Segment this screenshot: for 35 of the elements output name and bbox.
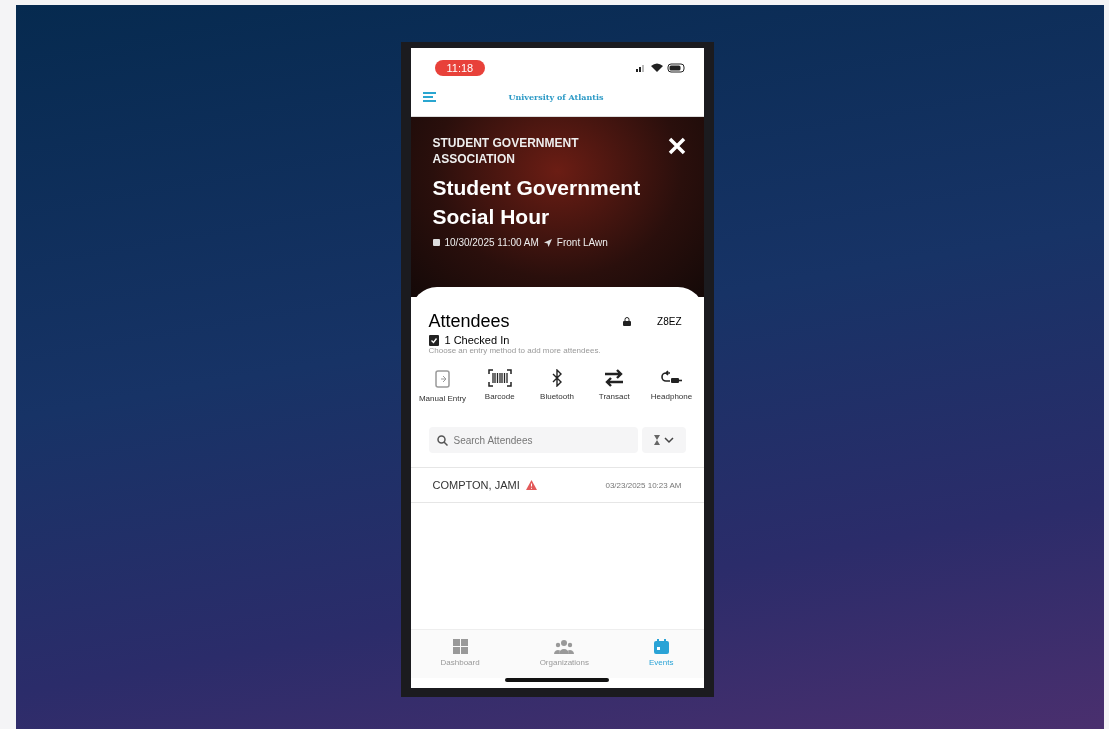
bluetooth-icon <box>551 369 563 387</box>
document-icon <box>432 369 453 389</box>
sort-dropdown-button[interactable] <box>641 427 686 453</box>
entry-method-button[interactable]: Bluetooth <box>529 369 585 403</box>
barcode-icon <box>487 369 512 387</box>
event-datetime: 10/30/2025 11:00 AM <box>444 237 539 248</box>
event-code: Z8EZ <box>657 316 682 327</box>
attendee-name: COMPTON, JAMI <box>432 479 520 491</box>
clipboard-check-icon <box>428 334 439 346</box>
people-group-icon <box>554 639 575 654</box>
entry-method-button[interactable]: Barcode <box>471 369 528 403</box>
calendar-icon <box>432 239 440 246</box>
entry-method-button[interactable]: Manual Entry <box>414 369 471 403</box>
search-field[interactable]: Search Attendees <box>428 427 638 453</box>
check-in-time: 03/23/2025 10:23 AM <box>605 480 682 490</box>
logo-text: University of Atlantis <box>508 92 604 102</box>
hourglass-caret-icon <box>652 434 675 445</box>
lock-icon <box>623 317 632 326</box>
menu-icon[interactable] <box>422 92 437 102</box>
checked-in-count: 1 Checked In <box>444 334 510 346</box>
organization-name: STUDENT GOVERNMENT ASSOCIATION <box>432 135 580 167</box>
status-icons <box>635 62 686 74</box>
entry-method-button[interactable]: Transact <box>586 369 643 403</box>
entry-method-button[interactable]: Headphone <box>643 369 700 403</box>
status-time: 11:18 <box>434 60 486 76</box>
entry-hint: Choose an entry method to add more attendees. <box>427 346 602 355</box>
transfer-arrows-icon <box>604 369 625 387</box>
grid-icon <box>452 639 468 654</box>
event-location: Front LAwn <box>556 237 608 248</box>
close-icon[interactable] <box>667 137 686 155</box>
attendees-heading: Attendees <box>428 311 511 332</box>
event-title: Student Government Social Hour <box>432 175 642 230</box>
attendee-row[interactable]: COMPTON, JAMI 03/23/2025 10:23 AM <box>410 467 704 503</box>
calendar-icon <box>653 639 669 654</box>
location-arrow-icon <box>543 238 552 247</box>
